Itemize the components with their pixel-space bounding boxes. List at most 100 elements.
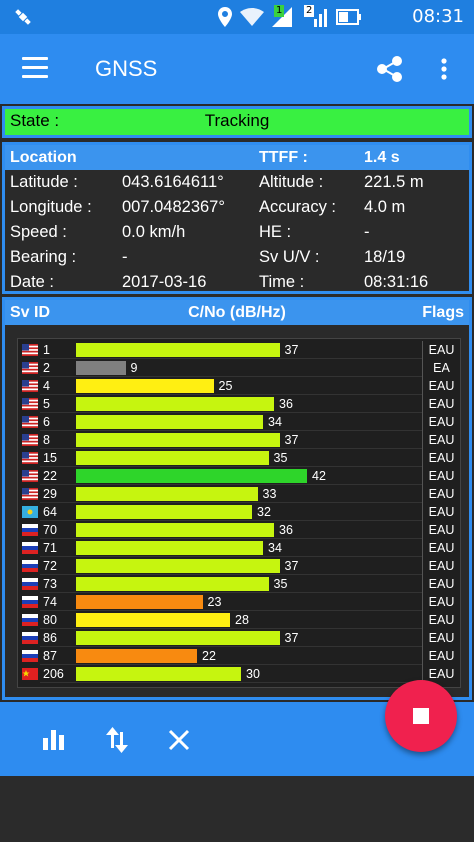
satellite-signal-table: 1 37 EAU 2 9 EA 4 25 EAU 5 36 EAU 6 34 EAU 8 37 EAU 15 35 EA… [17,338,461,688]
signal-bar [76,649,197,663]
satellite-row: 1 37 EAU [18,341,460,359]
cno-value: 35 [273,451,288,465]
sv-id: 70 [43,523,57,537]
location-value: 4.0 m [364,198,406,216]
location-label: Latitude : [10,173,78,191]
location-value: - [364,223,370,241]
satellite-row: 206 30 EAU [18,665,460,683]
cno-value: 34 [268,415,282,429]
flag-ru-icon [22,542,38,554]
share-icon[interactable] [376,55,404,83]
sv-flags: EAU [422,395,460,413]
signal-bar [76,613,230,627]
sim1-badge: 1 [274,5,285,17]
sv-flags: EAU [422,521,460,539]
sv-flags: EAU [422,593,460,611]
stop-icon [413,708,429,724]
signal-bar [76,361,126,375]
sv-flags: EAU [422,557,460,575]
flag-us-icon [22,488,38,500]
sv-id: 6 [43,415,50,429]
location-value: 0.0 km/h [122,223,186,241]
cno-value: 36 [279,397,293,411]
flag-us-icon [22,470,38,482]
sv-flags: EAU [422,539,460,557]
sim2-badge: 2 [304,5,315,17]
location-label: Date : [10,273,55,291]
signal-bar [76,433,280,447]
sv-flags: EAU [422,377,460,395]
sv-id: 5 [43,397,50,411]
location-value: 2017-03-16 [122,273,207,291]
sv-id: 8 [43,433,50,447]
sv-flags: EA [422,359,460,377]
satellite-row: 15 35 EAU [18,449,460,467]
satellite-row: 8 37 EAU [18,431,460,449]
flag-ru-icon [22,614,38,626]
flag-ru-icon [22,650,38,662]
signal-bar [76,541,263,555]
cno-value: 22 [202,649,216,663]
location-row: Latitude : 043.6164611° Altitude : 221.5 m [5,170,469,195]
signal-bar [76,523,274,537]
location-icon [218,7,232,27]
stop-button[interactable] [385,680,457,752]
location-label: Longitude : [10,198,92,216]
flag-us-icon [22,344,38,356]
cno-header: C/No (dB/Hz) [188,304,286,321]
sv-flags: EAU [422,431,460,449]
cno-value: 37 [284,343,299,357]
sv-flags: EAU [422,467,460,485]
close-icon[interactable] [165,726,193,754]
sv-id: 87 [43,649,57,663]
flag-us-icon [22,380,38,392]
location-value: - [122,248,128,266]
signal-bar [76,487,258,501]
flag-us-icon [22,434,38,446]
location-panel: Location TTFF : 1.4 s Latitude : 043.6164… [2,142,472,294]
flag-us-icon [22,416,38,428]
location-header: Location TTFF : 1.4 s [5,145,469,170]
flag-ru-icon [22,578,38,590]
battery-icon [336,9,361,25]
sv-flags: EAU [422,647,460,665]
signal-bar [76,505,252,519]
swap-vert-icon[interactable] [103,726,131,754]
location-row: Speed : 0.0 km/h HE : - [5,220,469,245]
sv-flags: EAU [422,503,460,521]
location-row: Date : 2017-03-16 Time : 08:31:16 [5,270,469,295]
sv-id: 74 [43,595,57,609]
sv-flags: EAU [422,575,460,593]
sv-id: 71 [43,541,57,555]
menu-icon[interactable] [22,57,48,79]
signal-bar [76,415,263,429]
satellites-panel: Sv ID C/No (dB/Hz) Flags 1 37 EAU 2 9 EA 4 25 EA… [2,297,472,700]
location-value: 08:31:16 [364,273,429,291]
flag-us-icon [22,452,38,464]
satellite-row: 72 37 EAU [18,557,460,575]
cno-value: 32 [257,505,271,519]
app-toolbar: GNSS [0,34,474,104]
cno-value: 9 [130,361,138,375]
wifi-icon [240,8,264,26]
satellite-row: 87 22 EAU [18,647,460,665]
sv-flags: EAU [422,449,460,467]
cno-value: 28 [235,613,249,627]
signal-bar [76,577,269,591]
signal-bar [76,631,280,645]
more-vert-icon[interactable] [436,55,452,83]
sv-id: 15 [43,451,57,465]
app-title: GNSS [95,56,158,81]
footer-area [0,776,474,842]
location-label: Bearing : [10,248,77,266]
sv-id: 64 [43,505,57,519]
flag-ru-icon [22,632,38,644]
sv-id: 72 [43,559,57,573]
satellite-row: 73 35 EAU [18,575,460,593]
cno-value: 33 [262,487,277,501]
bar-chart-icon[interactable] [40,726,68,754]
cno-value: 37 [284,631,299,645]
cno-value: 34 [268,541,282,555]
state-panel: Tracking State : [2,106,472,138]
flag-ru-icon [22,524,38,536]
